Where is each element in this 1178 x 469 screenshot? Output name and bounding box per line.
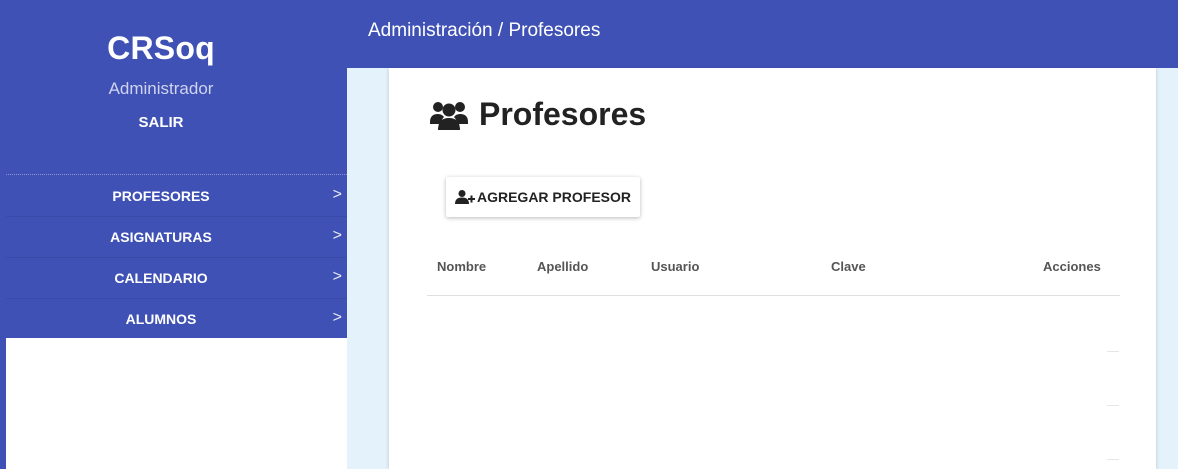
page-title: Profesores bbox=[479, 96, 647, 132]
sidebar-item-label: PROFESORES bbox=[112, 188, 210, 204]
logout-button[interactable]: SALIR bbox=[6, 114, 316, 131]
sidebar-item-calendario[interactable]: CALENDARIO > bbox=[6, 258, 347, 299]
sidebar-item-alumnos[interactable]: ALUMNOS > bbox=[6, 299, 347, 340]
user-plus-icon bbox=[454, 190, 475, 204]
sidebar-menu: PROFESORES > ASIGNATURAS > CALENDARIO > … bbox=[6, 176, 347, 340]
breadcrumb: Administración / Profesores bbox=[368, 20, 601, 41]
column-header-clave[interactable]: Clave bbox=[831, 259, 866, 274]
page-heading: Profesores bbox=[429, 96, 646, 133]
users-icon bbox=[430, 101, 468, 130]
table-row-divider bbox=[1107, 351, 1119, 352]
main-content: Profesores AGREGAR PROFESOR Nombre Apell… bbox=[347, 68, 1178, 469]
chevron-right-icon: > bbox=[332, 309, 342, 326]
chevron-right-icon: > bbox=[332, 186, 342, 203]
sidebar-item-label: CALENDARIO bbox=[114, 270, 208, 286]
content-card: Profesores AGREGAR PROFESOR Nombre Apell… bbox=[389, 68, 1156, 469]
sidebar-item-label: ASIGNATURAS bbox=[110, 229, 212, 245]
sidebar-divider bbox=[6, 174, 347, 175]
table-header-divider bbox=[427, 295, 1120, 296]
chevron-right-icon: > bbox=[332, 268, 342, 285]
table-row-divider bbox=[1107, 405, 1119, 406]
column-header-usuario[interactable]: Usuario bbox=[651, 259, 699, 274]
top-bar: Administración / Profesores bbox=[347, 0, 1178, 68]
column-header-apellido[interactable]: Apellido bbox=[537, 259, 588, 274]
sidebar: CRSoq Administrador SALIR PROFESORES > A… bbox=[6, 0, 347, 340]
chevron-right-icon: > bbox=[332, 227, 342, 244]
sidebar-item-asignaturas[interactable]: ASIGNATURAS > bbox=[6, 217, 347, 258]
add-button-label: AGREGAR PROFESOR bbox=[476, 189, 631, 205]
sidebar-item-label: ALUMNOS bbox=[125, 311, 197, 327]
user-role: Administrador bbox=[108, 79, 214, 98]
sidebar-item-profesores[interactable]: PROFESORES > bbox=[6, 176, 347, 217]
sidebar-empty-area bbox=[6, 338, 347, 469]
add-profesor-button[interactable]: AGREGAR PROFESOR bbox=[446, 177, 640, 217]
app-brand: CRSoq bbox=[107, 30, 215, 66]
column-header-acciones[interactable]: Acciones bbox=[1043, 259, 1101, 274]
column-header-nombre[interactable]: Nombre bbox=[437, 259, 486, 274]
table-row-divider bbox=[1107, 459, 1119, 460]
